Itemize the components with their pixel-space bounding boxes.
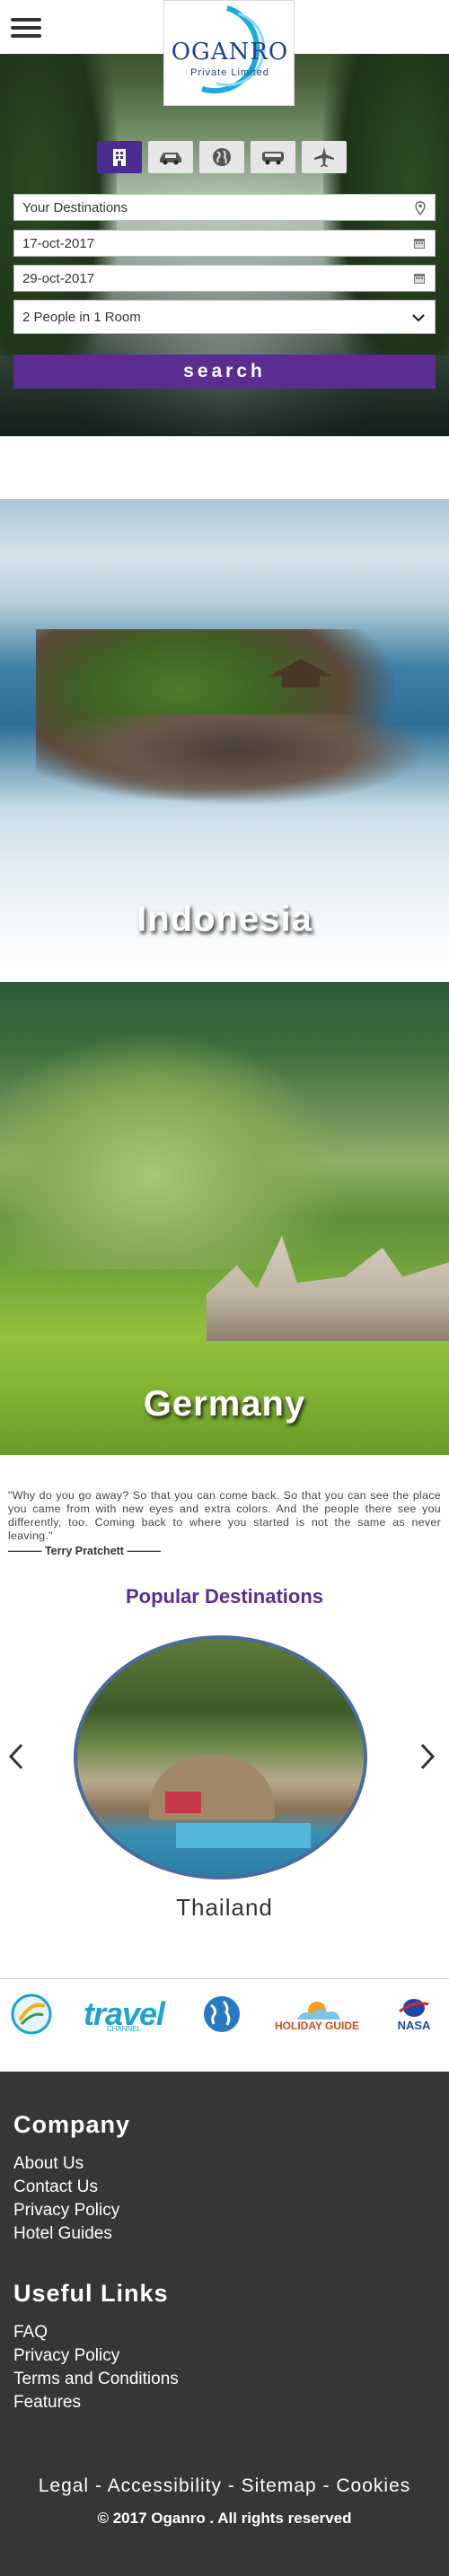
travel-quote: "Why do you go away? So that you can com…	[8, 1489, 441, 1542]
calendar-icon	[414, 274, 425, 284]
tab-car-rental[interactable]	[148, 141, 193, 173]
sun-cloud-icon	[297, 2002, 340, 2020]
travel-channel-sub: CHANNEL	[106, 2025, 142, 2033]
tab-tours[interactable]	[199, 141, 244, 173]
check-out-date-value: 29-oct-2017	[22, 271, 95, 286]
search-button[interactable]: search	[13, 355, 436, 389]
globe-logo-icon	[204, 1996, 240, 2032]
partner-logo-globe[interactable]	[199, 1991, 244, 2037]
quote-author: ——— Terry Pratchett ———	[8, 1545, 161, 1557]
nasa-wordmark: NASA	[397, 2018, 431, 2032]
footer-link-contact-us[interactable]: Contact Us	[13, 2177, 98, 2197]
rock-image	[54, 714, 422, 804]
chevron-down-icon	[412, 314, 425, 322]
footer-link-about-us[interactable]: About Us	[13, 2154, 84, 2174]
chevron-left-icon	[8, 1743, 23, 1770]
bus-icon	[262, 152, 284, 165]
popular-destination-image[interactable]	[74, 1635, 367, 1879]
footer-useful-links-heading: Useful Links	[13, 2280, 169, 2307]
menu-icon[interactable]	[11, 18, 41, 39]
guests-select[interactable]: 2 People in 1 Room	[13, 300, 436, 334]
popular-destinations-heading: Popular Destinations	[125, 1585, 324, 1608]
footer-link-terms[interactable]: Terms and Conditions	[13, 2370, 179, 2389]
footer-link-cookies[interactable]: Cookies	[336, 2475, 410, 2496]
hero-section: OGANRO Private Limited Your Destinations…	[0, 0, 449, 436]
nasa-logo-icon	[399, 1998, 429, 2017]
chevron-right-icon	[420, 1743, 436, 1770]
footer-company-heading: Company	[13, 2111, 131, 2138]
airplane-icon	[314, 147, 334, 167]
logo-name: OGANRO	[171, 39, 289, 66]
destination-card-indonesia[interactable]: Indonesia	[0, 499, 449, 969]
location-pin-icon	[415, 201, 426, 215]
footer-link-privacy-policy[interactable]: Privacy Policy	[13, 2201, 119, 2221]
partner-logo-holiday-guide[interactable]: HOLIDAY GUIDE	[262, 1991, 372, 2037]
footer-link-legal[interactable]: Legal	[39, 2475, 89, 2496]
footer-link-faq[interactable]: FAQ	[13, 2323, 48, 2343]
check-in-date-input[interactable]: 17-oct-2017	[13, 230, 436, 257]
carousel-next-button[interactable]	[417, 1741, 438, 1772]
destination-input-text: Your Destinations	[22, 200, 128, 215]
hotel-icon	[113, 149, 126, 166]
logo-subtitle: Private Limited	[190, 67, 269, 78]
airline-logo-icon	[11, 1993, 52, 2035]
destination-title: Indonesia	[136, 899, 313, 939]
tab-flights[interactable]	[302, 141, 347, 173]
partner-logo-nasa[interactable]: NASA	[388, 1991, 440, 2037]
footer-link-sitemap[interactable]: Sitemap	[242, 2475, 317, 2496]
destination-title: Germany	[143, 1384, 306, 1424]
footer-bottom-links: Legal - Accessibility - Sitemap - Cookie…	[38, 2475, 411, 2496]
check-out-date-input[interactable]: 29-oct-2017	[13, 265, 436, 292]
holiday-guide-wordmark: HOLIDAY GUIDE	[274, 2020, 360, 2032]
destination-card-germany[interactable]: Germany	[0, 982, 449, 1455]
globe-icon	[213, 148, 231, 166]
logo[interactable]: OGANRO Private Limited	[163, 0, 295, 106]
tab-transfers[interactable]	[251, 141, 295, 173]
partner-logo-airline[interactable]	[9, 1991, 54, 2037]
section-divider	[0, 1978, 449, 1979]
tab-hotels[interactable]	[97, 141, 142, 173]
destination-input[interactable]: Your Destinations	[13, 194, 436, 221]
footer-link-accessibility[interactable]: Accessibility	[108, 2475, 222, 2496]
car-icon	[160, 153, 181, 165]
hill-image	[0, 1036, 341, 1269]
footer-link-hotel-guides[interactable]: Hotel Guides	[13, 2224, 112, 2244]
footer-link-features[interactable]: Features	[13, 2393, 81, 2413]
check-in-date-value: 17-oct-2017	[22, 236, 95, 251]
calendar-icon	[414, 239, 425, 249]
villa-detail	[165, 1792, 201, 1813]
popular-destination-name: Thailand	[176, 1894, 273, 1921]
copyright: © 2017 Oganro . All rights reserved	[97, 2510, 352, 2527]
pool-image	[176, 1823, 311, 1848]
guests-select-value: 2 People in 1 Room	[22, 310, 141, 325]
carousel-prev-button[interactable]	[5, 1741, 27, 1772]
footer: Company About Us Contact Us Privacy Poli…	[0, 2072, 449, 2576]
partner-logo-travel-channel[interactable]: travel CHANNEL	[74, 1991, 174, 2037]
footer-link-privacy-policy-2[interactable]: Privacy Policy	[13, 2346, 119, 2366]
search-category-tabs	[97, 141, 347, 173]
